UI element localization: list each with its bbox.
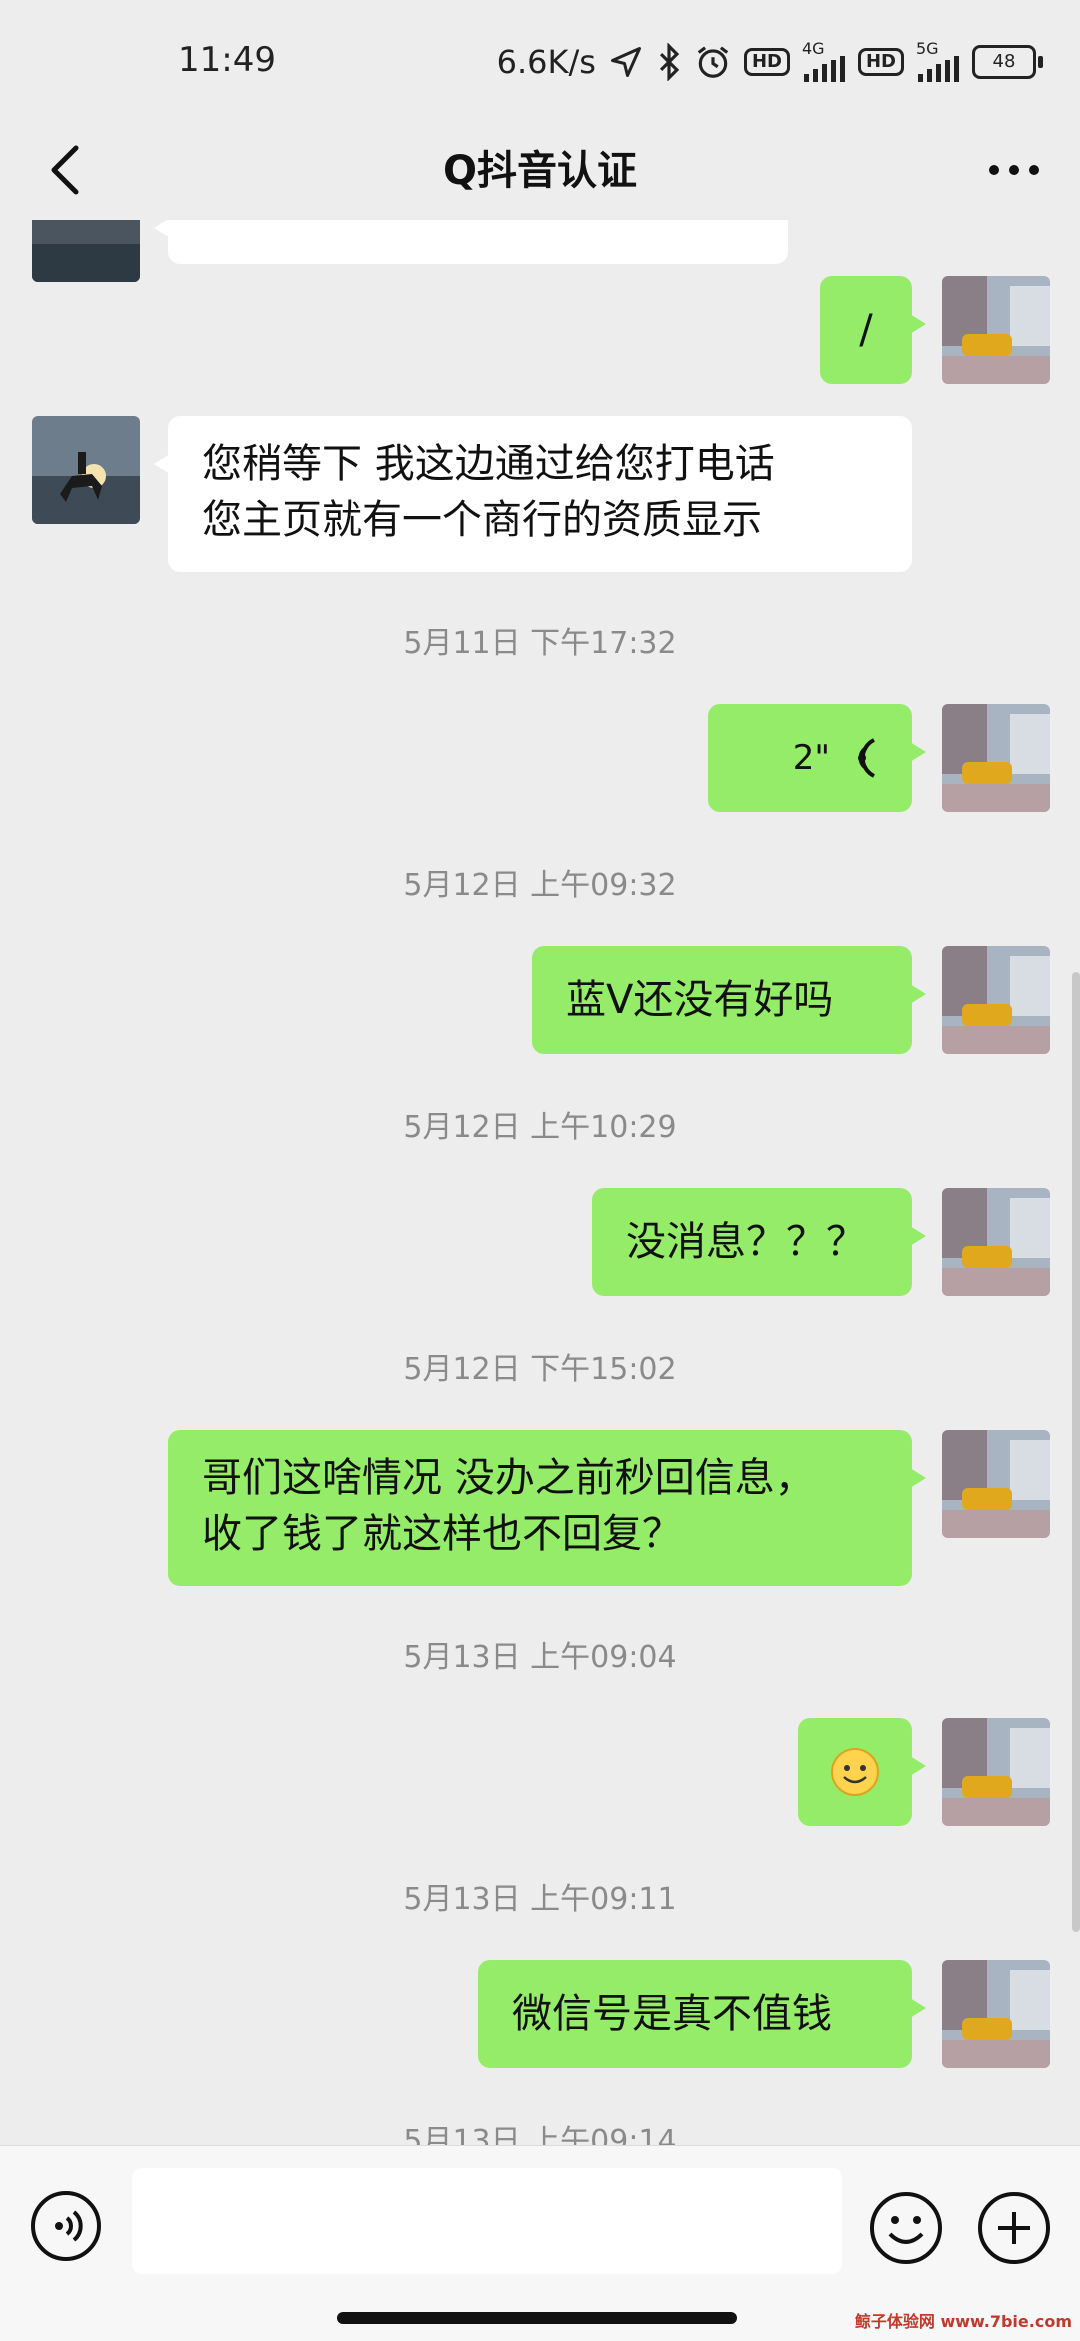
message-bubble[interactable]: 微信号是真不值钱 [478,1960,926,2068]
net-speed: 6.6K/s [496,43,596,81]
timestamp: 5月12日 下午15:02 [403,1352,677,1387]
status-icons: 6.6K/s HD 4G HD 5G 48 [496,38,1043,86]
message-line: 哥们这啥情况 没办之前秒回信息， [202,1455,815,1501]
alarm-icon [697,46,729,78]
chat-title: Q抖音认证 [442,148,637,194]
home-indicator[interactable] [337,2312,737,2324]
net-label-5g: 5G [916,39,939,58]
timestamp: 5月11日 下午17:32 [403,626,677,661]
voice-message-bubble[interactable]: 2" [708,704,926,812]
signal-icon [803,56,845,82]
timestamp: 5月13日 上午09:14 [403,2124,677,2145]
hd-badge-2: HD [857,48,904,76]
message-bubble[interactable]: 您稍等下 我这边通过给您打电话 您主页就有一个商行的资质显示 [154,416,912,572]
emoji-message-bubble[interactable] [798,1718,926,1826]
status-time: 11:49 [178,40,276,80]
status-bar: 11:49 6.6K/s HD 4G HD 5G 48 [0,0,1080,120]
my-avatar[interactable] [942,1430,1050,1538]
message-bubble[interactable]: / [820,276,926,384]
voice-input-icon[interactable] [30,2190,102,2262]
message-line: 您主页就有一个商行的资质显示 [202,497,762,543]
contact-avatar[interactable] [32,220,140,282]
contact-avatar[interactable] [32,416,140,524]
battery-icon: 48 [972,45,1043,79]
bluetooth-icon [659,43,680,81]
voice-duration: 2" [792,738,830,778]
timestamp: 5月13日 上午09:04 [403,1640,677,1675]
timestamp: 5月12日 上午10:29 [403,1110,677,1145]
signal-5g: 5G [916,39,960,82]
smile-emoji-icon [831,1748,879,1796]
my-avatar[interactable] [942,1718,1050,1826]
timestamp: 5月12日 上午09:32 [403,868,677,903]
message-line: 您稍等下 我这边通过给您打电话 [202,441,775,487]
message-bubble[interactable]: 哥们这啥情况 没办之前秒回信息， 收了钱了就这样也不回复？ [168,1430,926,1586]
more-icon[interactable] [984,150,1044,190]
message-input[interactable] [132,2168,842,2274]
message-text: 蓝V还没有好吗 [566,977,834,1023]
voice-wave-icon [858,738,875,778]
signal-4g: 4G [801,39,846,82]
message-bubble-partial[interactable] [154,220,788,264]
timestamp: 5月13日 上午09:11 [403,1882,677,1917]
signal-icon-2 [918,56,959,82]
watermark: 鲸子体验网 www.7bie.com [854,2312,1072,2331]
chat-header: Q抖音认证 [0,120,1080,220]
my-avatar[interactable] [942,1188,1050,1296]
message-list[interactable]: / 您稍等下 我这边通过给您打电话 您主页就有一个商行的资质显示 5月11日 下… [0,220,1080,2145]
hd-badge: HD [743,48,790,76]
message-bubble[interactable]: 蓝V还没有好吗 [532,946,926,1054]
net-label-4g: 4G [801,39,825,58]
message-bubble[interactable]: 没消息？？？ [592,1188,926,1296]
message-line: 收了钱了就这样也不回复？ [202,1511,682,1557]
plus-icon[interactable] [976,2190,1052,2266]
my-avatar[interactable] [942,276,1050,384]
location-icon [610,47,641,77]
emoji-icon[interactable] [868,2190,944,2266]
message-text: / [859,307,873,353]
my-avatar[interactable] [942,1960,1050,2068]
message-text: 没消息？？？ [626,1219,866,1265]
my-avatar[interactable] [942,704,1050,812]
message-text: 微信号是真不值钱 [512,1991,832,2037]
my-avatar[interactable] [942,946,1050,1054]
